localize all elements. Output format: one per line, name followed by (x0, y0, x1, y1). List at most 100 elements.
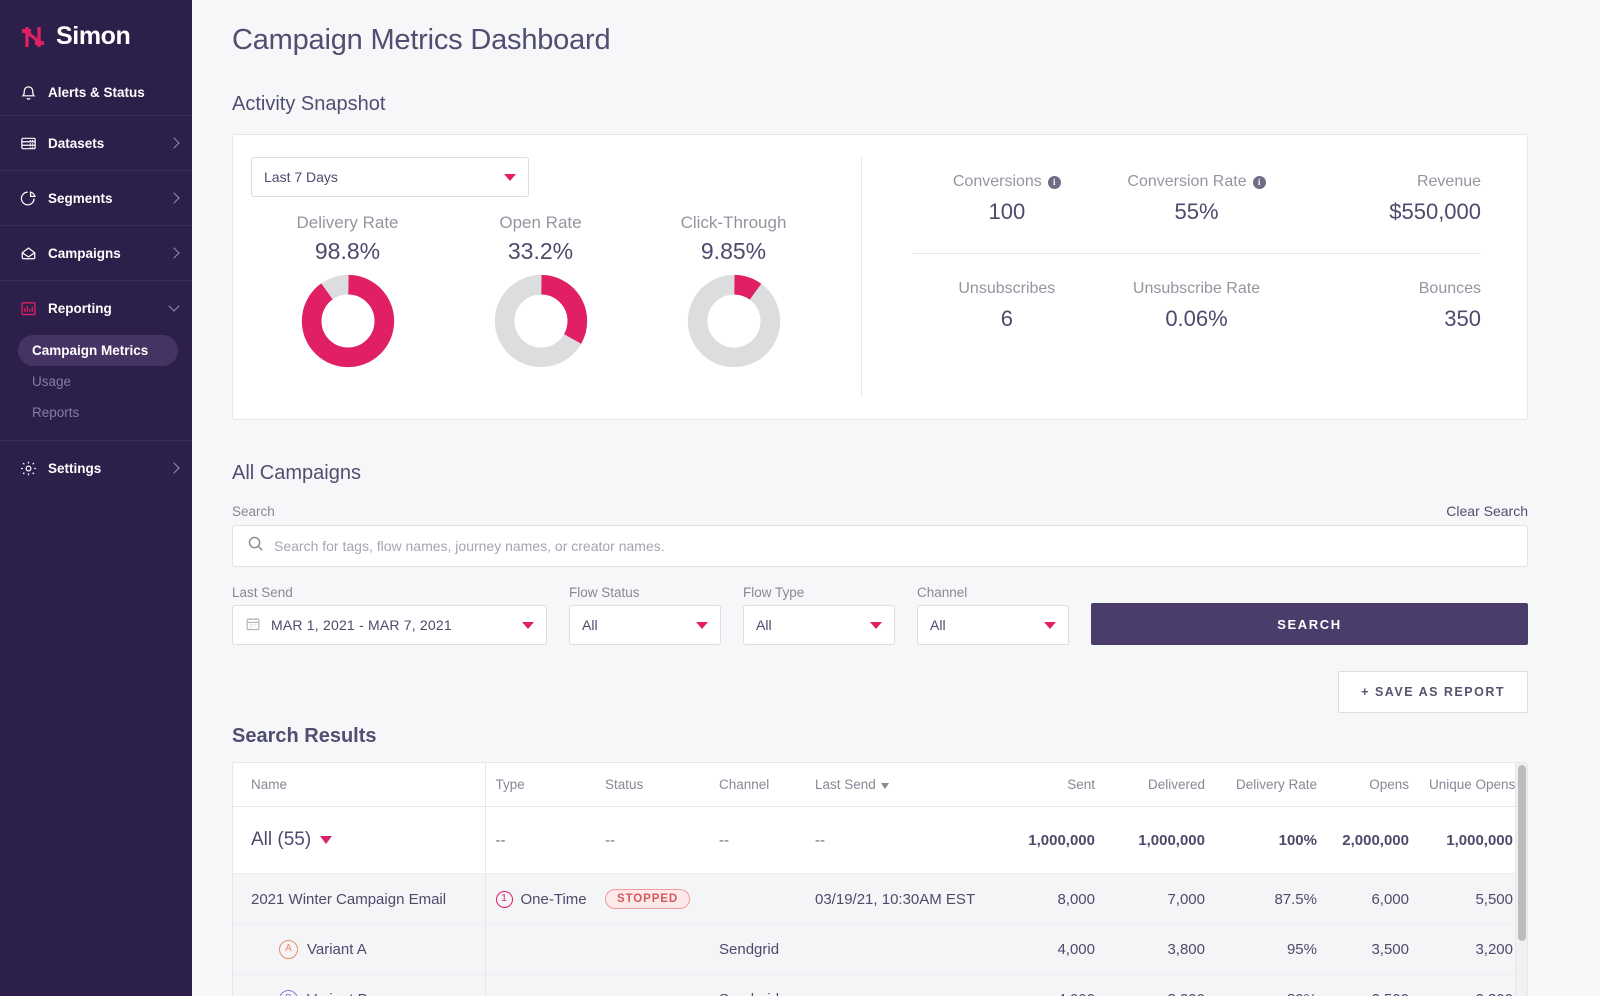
cell-last-send: -- (805, 806, 1005, 874)
table-row[interactable]: B Variant B Sendgrid 4,000 3,200 80% 2,5… (233, 974, 1527, 996)
sidebar-item-reporting[interactable]: Reporting (0, 281, 192, 335)
variant-cell: B Variant B (251, 990, 475, 996)
type-cell: 1 One-Time (495, 890, 587, 908)
stats-divider (912, 253, 1481, 254)
results-table: Name Type Status Channel Last Send Sent … (233, 763, 1527, 996)
flow-type-select[interactable]: All (743, 605, 895, 645)
column-header-delivered[interactable]: Delivered (1105, 763, 1215, 807)
last-send-date-select[interactable]: MAR 1, 2021 - MAR 7, 2021 (232, 605, 547, 645)
chevron-down-icon (522, 621, 534, 629)
donut-delivery-rate: Delivery Rate 98.8% (251, 213, 444, 369)
clear-search-link[interactable]: Clear Search (1446, 503, 1528, 519)
stat-label: Conversions i (912, 173, 1102, 191)
info-icon[interactable]: i (1252, 175, 1266, 189)
flow-status-select[interactable]: All (569, 605, 721, 645)
donut-open-rate: Open Rate 33.2% (444, 213, 637, 369)
sidebar-item-segments[interactable]: Segments (0, 171, 192, 225)
column-header-sent[interactable]: Sent (1005, 763, 1105, 807)
scrollbar-thumb[interactable] (1518, 765, 1526, 941)
variant-label: Variant B (307, 991, 368, 996)
filter-last-send: Last Send MAR 1, 2021 - MAR 7, 2021 (232, 585, 547, 645)
column-header-delivery-rate[interactable]: Delivery Rate (1215, 763, 1327, 807)
stat-value: $550,000 (1389, 199, 1482, 224)
stat-label: Unsubscribe Rate (1102, 280, 1292, 298)
table-row[interactable]: All (55) -- -- -- -- 1,000,000 1,000,000… (233, 806, 1527, 874)
column-header-status[interactable]: Status (595, 763, 709, 807)
expand-collapse-icon[interactable] (320, 836, 333, 844)
table-row[interactable]: A Variant A Sendgrid 4,000 3,800 95% 3,5… (233, 924, 1527, 975)
cell-name: All (55) (233, 806, 486, 874)
stat-unsubscribes: Unsubscribes 6 (912, 280, 1102, 332)
cell-unique-opens: 1,000,000 (1419, 806, 1527, 874)
search-header: Search Clear Search (232, 503, 1528, 519)
chevron-down-icon (168, 300, 180, 312)
donut-click-through: Click-Through 9.85% (637, 213, 830, 369)
variant-label: Variant A (307, 941, 367, 958)
filter-label: Channel (917, 585, 968, 600)
sidebar-item-settings[interactable]: Settings (0, 441, 192, 495)
chevron-right-icon (168, 192, 180, 204)
column-header-last-send[interactable]: Last Send (805, 763, 1005, 807)
info-icon[interactable]: i (1047, 175, 1061, 189)
cell-name: 2021 Winter Campaign Email (233, 873, 486, 925)
donut-group: Delivery Rate 98.8% Open Rate 33.2% Clic… (251, 213, 841, 369)
chevron-down-icon (870, 621, 882, 629)
column-header-name[interactable]: Name (233, 763, 486, 807)
sidebar-item-campaign-metrics[interactable]: Campaign Metrics (18, 335, 178, 366)
sidebar-item-usage[interactable]: Usage (18, 366, 178, 397)
results-table-body: All (55) -- -- -- -- 1,000,000 1,000,000… (233, 806, 1527, 996)
stats-row-2: Unsubscribes 6 Unsubscribe Rate 0.06% Bo… (912, 280, 1481, 332)
activity-snapshot-card: Last 7 Days Delivery Rate 98.8% Open Rat… (232, 134, 1528, 420)
brand[interactable]: Simon (0, 0, 192, 69)
cell-opens: 2,000,000 (1327, 806, 1419, 874)
cell-name: B Variant B (233, 974, 486, 996)
stat-unsubscribe-rate: Unsubscribe Rate 0.06% (1102, 280, 1292, 332)
activity-snapshot-title: Activity Snapshot (232, 93, 386, 115)
donut-value: 33.2% (507, 238, 574, 264)
search-button[interactable]: SEARCH (1091, 603, 1528, 645)
table-header-row: Name Type Status Channel Last Send Sent … (233, 763, 1527, 807)
stats-row-1: Conversions i 100 Conversion Rate i 55% (912, 173, 1481, 225)
sidebar-group-settings: Settings (0, 440, 192, 495)
stat-label: Conversion Rate i (1102, 173, 1292, 191)
channel-select[interactable]: All (917, 605, 1069, 645)
sidebar-subitem-label: Reports (32, 405, 80, 420)
cell-name: A Variant A (233, 924, 486, 975)
app-root: Simon Alerts & Status Datasets Segments … (0, 0, 1600, 996)
search-box[interactable] (232, 525, 1528, 567)
variant-a-icon: A (279, 940, 298, 959)
cell-unique-opens: 5,500 (1419, 873, 1527, 925)
cell-delivery-rate: 87.5% (1215, 873, 1327, 925)
cell-channel: Sendgrid (709, 974, 805, 996)
column-header-unique-opens[interactable]: Unique Opens (1419, 763, 1527, 807)
stat-label-text: Conversion Rate (1127, 173, 1247, 190)
chevron-down-icon (1044, 621, 1056, 629)
stat-conversions: Conversions i 100 (912, 173, 1102, 225)
stat-conversion-rate: Conversion Rate i 55% (1102, 173, 1292, 225)
search-input[interactable] (274, 538, 1513, 554)
column-header-opens[interactable]: Opens (1327, 763, 1419, 807)
sidebar-item-datasets[interactable]: Datasets (0, 116, 192, 170)
results-table-head: Name Type Status Channel Last Send Sent … (233, 763, 1527, 807)
table-vertical-scrollbar[interactable] (1515, 763, 1527, 996)
stat-label-text: Conversions (952, 173, 1042, 190)
column-header-type[interactable]: Type (485, 763, 595, 807)
chevron-right-icon (168, 137, 180, 149)
date-range-select[interactable]: Last 7 Days (251, 157, 529, 197)
column-header-channel[interactable]: Channel (709, 763, 805, 807)
type-label: One-Time (520, 890, 587, 908)
sidebar-item-alerts-status[interactable]: Alerts & Status (0, 69, 192, 115)
chevron-right-icon (168, 247, 180, 259)
flow-type-value: All (756, 617, 772, 633)
save-as-report-button[interactable]: + SAVE AS REPORT (1338, 671, 1528, 713)
cell-delivery-rate: 80% (1215, 974, 1327, 996)
cell-delivery-rate: 100% (1215, 806, 1327, 874)
sidebar-item-campaigns[interactable]: Campaigns (0, 226, 192, 280)
sidebar-item-reports[interactable]: Reports (18, 397, 178, 428)
cell-delivered: 3,800 (1105, 924, 1215, 975)
cell-last-send (805, 924, 1005, 975)
results-table-container: Name Type Status Channel Last Send Sent … (232, 762, 1528, 996)
table-row[interactable]: 2021 Winter Campaign Email 1 One-Time ST… (233, 873, 1527, 925)
filter-label: Flow Status (569, 585, 640, 600)
stat-value: 55% (1174, 199, 1219, 224)
